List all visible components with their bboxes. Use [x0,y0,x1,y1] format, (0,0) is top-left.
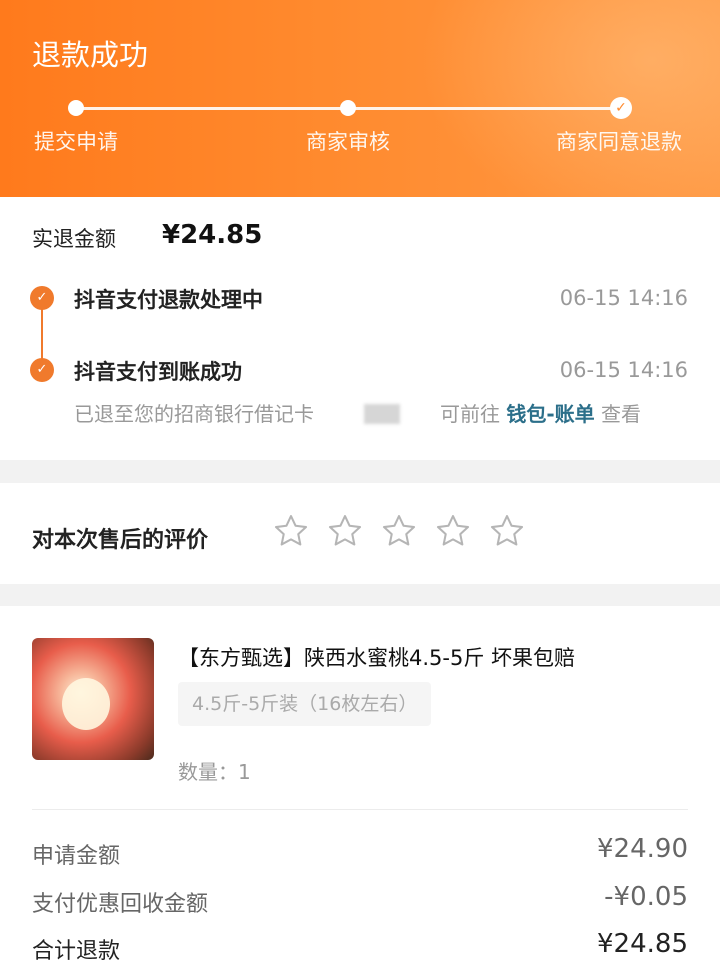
summary-value-discount: -¥0.05 [604,882,688,912]
check-circle-icon: ✓ [30,286,54,310]
product-title[interactable]: 【东方甄选】陕西水蜜桃4.5-5斤 坏果包赔 [178,642,575,672]
step-dot-submit [68,100,84,116]
summary-label-total: 合计退款 [32,939,121,964]
status-header: 退款成功 ✓ 提交申请 商家审核 商家同意退款 [0,0,720,197]
step-label-review: 商家审核 [306,130,390,154]
progress-line-2 [348,107,620,110]
wallet-hint-prefix: 可前往 [440,402,500,426]
timeline-time-arrived: 06-15 14:16 [559,358,688,382]
summary-label-apply: 申请金额 [32,844,121,869]
wallet-hint-suffix: 查看 [601,402,642,426]
summary-value-apply: ¥24.90 [597,834,688,864]
progress-line-1 [76,107,348,110]
star-icon[interactable] [380,512,418,550]
refund-amount-value: ¥24.85 [162,220,263,250]
wallet-hint: 可前往 钱包-账单 查看 [440,398,641,427]
step-label-approved: 商家同意退款 [556,130,682,154]
refund-destination-note: 已退至您的招商银行借记卡 [74,402,314,426]
star-icon[interactable] [434,512,472,550]
step-label-submit: 提交申请 [34,130,118,154]
product-image[interactable] [32,638,154,760]
check-circle-icon: ✓ [30,358,54,382]
product-quantity: 数量：1 [178,760,251,784]
masked-card-number [364,404,400,424]
star-icon[interactable] [488,512,526,550]
header-glow [400,0,720,197]
timeline-time-processing: 06-15 14:16 [559,286,688,310]
summary-value-total: ¥24.85 [597,929,688,959]
peach-flesh [62,678,110,730]
star-icon[interactable] [272,512,310,550]
page-title: 退款成功 [32,38,149,72]
star-icon[interactable] [326,512,364,550]
rating-label: 对本次售后的评价 [32,528,209,553]
product-spec: 4.5斤-5斤装（16枚左右） [178,682,432,726]
summary-label-discount: 支付优惠回收金额 [32,892,209,917]
step-check-icon: ✓ [610,97,632,119]
wallet-bill-link[interactable]: 钱包-账单 [506,402,594,426]
summary-divider [32,809,688,810]
timeline-step-arrived: 抖音支付到账成功 [74,360,242,384]
timeline-step-processing: 抖音支付退款处理中 [74,288,263,312]
step-dot-review [340,100,356,116]
refund-amount-label: 实退金额 [32,227,116,251]
